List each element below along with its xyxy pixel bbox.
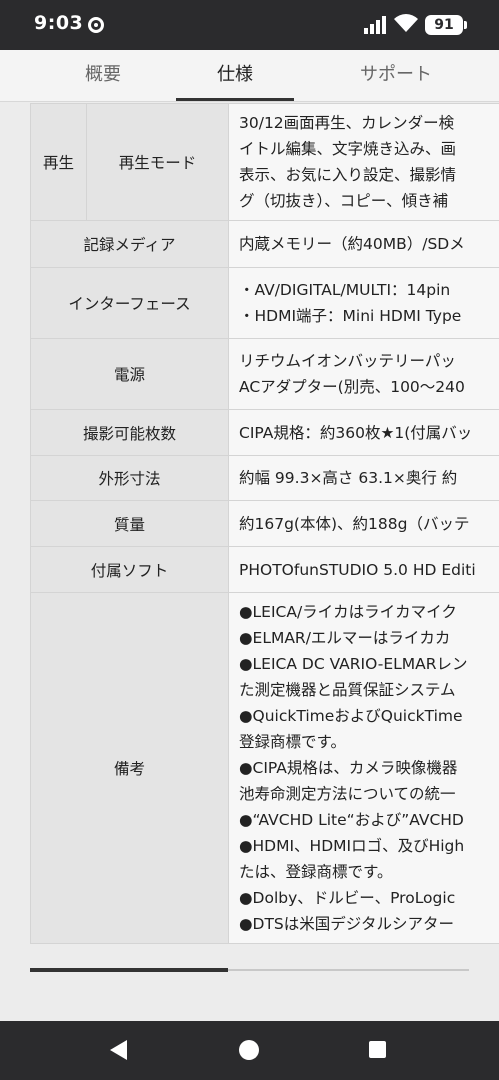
spec-value-playback-mode: 30/12画面再生、カレンダー検 イトル編集、文字焼き込み、画 表示、お気に入り… [228, 103, 499, 221]
spec-content[interactable]: 再生 再生モード 30/12画面再生、カレンダー検 イトル編集、文字焼き込み、画… [0, 103, 499, 1021]
spec-line: ・HDMI端子：Mini HDMI Type [239, 307, 462, 325]
tab-bar: 概要 仕様 サポート [0, 50, 499, 102]
spec-row-interface: インターフェース ・AV/DIGITAL/MULTI：14pin ・HDMI端子… [30, 267, 499, 339]
spec-label-notes: 備考 [30, 592, 229, 944]
spec-value-media: 内蔵メモリー（約40MB）/SDメ [228, 220, 499, 268]
back-icon[interactable] [110, 1040, 127, 1060]
spec-value-interface: ・AV/DIGITAL/MULTI：14pin ・HDMI端子：Mini HDM… [228, 267, 499, 339]
spec-label-weight: 質量 [30, 500, 229, 547]
spec-value-power: リチウムイオンバッテリーパッ ACアダプター(別売、100〜240 [228, 338, 499, 410]
spec-line: ●LEICA/ライカはライカマイク [239, 603, 457, 621]
navigation-bar [0, 1021, 499, 1080]
spec-line: イトル編集、文字焼き込み、画 [239, 140, 457, 158]
spec-line: ●QuickTimeおよびQuickTime [239, 707, 463, 725]
status-bar: 9:03 91 [0, 0, 499, 50]
spec-value-shots: CIPA規格：約360枚★1(付属バッ [228, 409, 499, 456]
spec-label-interface: インターフェース [30, 267, 229, 339]
spec-line: ACアダプター(別売、100〜240 [239, 378, 465, 396]
spec-line: 表示、お気に入り設定、撮影情 [239, 166, 457, 184]
spec-value-notes: ●LEICA/ライカはライカマイク ●ELMAR/エルマーはライカカ ●LEIC… [228, 592, 499, 944]
spec-row-notes: 備考 ●LEICA/ライカはライカマイク ●ELMAR/エルマーはライカカ ●L… [30, 592, 499, 944]
spec-table: 再生 再生モード 30/12画面再生、カレンダー検 イトル編集、文字焼き込み、画… [30, 103, 499, 944]
spec-label-shots: 撮影可能枚数 [30, 409, 229, 456]
spec-line: ●LEICA DC VARIO-ELMARレン [239, 655, 468, 673]
spec-line: たは、登録商標です。 [239, 863, 393, 881]
spec-label-software: 付属ソフト [30, 546, 229, 593]
spec-row-power: 電源 リチウムイオンバッテリーパッ ACアダプター(別売、100〜240 [30, 338, 499, 410]
wifi-icon [394, 14, 418, 32]
spec-row-dimensions: 外形寸法 約幅 99.3×高さ 63.1×奥行 約 [30, 455, 499, 501]
spec-subheader-playback-mode: 再生モード [86, 103, 229, 221]
battery-icon: 91 [425, 15, 467, 35]
spec-row-media: 記録メディア 内蔵メモリー（約40MB）/SDメ [30, 220, 499, 268]
spec-line: 池寿命測定方法についての統一 [239, 785, 456, 803]
spec-row-software: 付属ソフト PHOTOfunSTUDIO 5.0 HD Editi [30, 546, 499, 593]
spec-line: ●Dolby、ドルビー、ProLogic [239, 889, 456, 907]
tab-support[interactable]: サポート [330, 50, 462, 102]
spec-value-dimensions: 約幅 99.3×高さ 63.1×奥行 約 [228, 455, 499, 501]
status-time: 9:03 [34, 12, 84, 34]
tab-overview[interactable]: 概要 [44, 50, 162, 102]
spec-value-weight: 約167g(本体)、約188g（バッテ [228, 500, 499, 547]
spec-line: ●HDMI、HDMIロゴ、及びHigh [239, 837, 465, 855]
spec-line: た測定機器と品質保証システム [239, 681, 456, 699]
recent-apps-icon[interactable] [369, 1041, 386, 1058]
signal-icon [364, 16, 386, 34]
horizontal-scrollbar[interactable] [30, 968, 469, 972]
spec-line: 30/12画面再生、カレンダー検 [239, 114, 455, 132]
scrollbar-thumb[interactable] [30, 968, 228, 972]
spec-line: 登録商標です。 [239, 733, 346, 751]
spec-row-playback: 再生 再生モード 30/12画面再生、カレンダー検 イトル編集、文字焼き込み、画… [30, 103, 499, 221]
spec-line: ●“AVCHD Lite“および”AVCHD [239, 811, 464, 829]
spec-line: ●ELMAR/エルマーはライカカ [239, 629, 451, 647]
spec-label-dimensions: 外形寸法 [30, 455, 229, 501]
spec-line: ●CIPA規格は、カメラ映像機器 [239, 759, 458, 777]
spec-line: ・AV/DIGITAL/MULTI：14pin [239, 281, 451, 299]
tab-specs[interactable]: 仕様 [176, 50, 294, 102]
spec-label-media: 記録メディア [30, 220, 229, 268]
chrome-icon [88, 17, 104, 33]
spec-label-power: 電源 [30, 338, 229, 410]
spec-line: ●DTSは米国デジタルシアター [239, 915, 454, 933]
spec-row-shots: 撮影可能枚数 CIPA規格：約360枚★1(付属バッ [30, 409, 499, 456]
spec-row-weight: 質量 約167g(本体)、約188g（バッテ [30, 500, 499, 547]
spec-line: リチウムイオンバッテリーパッ [239, 352, 456, 370]
active-tab-indicator [176, 98, 294, 101]
spec-line: グ（切抜き）、コピー、傾き補 [239, 192, 449, 210]
spec-value-software: PHOTOfunSTUDIO 5.0 HD Editi [228, 546, 499, 593]
spec-header-playback: 再生 [30, 103, 87, 221]
home-icon[interactable] [239, 1040, 259, 1060]
